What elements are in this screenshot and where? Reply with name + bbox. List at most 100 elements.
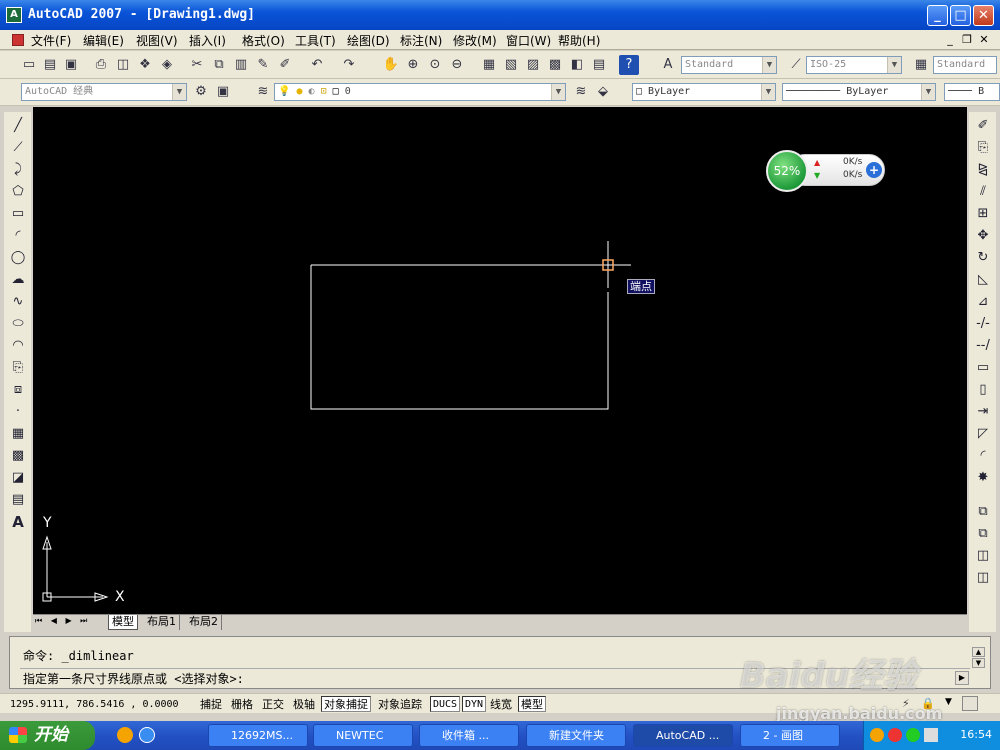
table-icon[interactable]: ▤ [8,490,28,510]
grid-toggle[interactable]: 栅格 [228,696,256,712]
paste-icon[interactable]: ▥ [231,55,251,75]
spline-icon[interactable]: ∿ [8,292,28,312]
task-inbox[interactable]: 收件箱 ... [419,724,519,747]
scale-icon[interactable]: ◺ [973,270,993,290]
quicklaunch-qq-icon[interactable] [117,727,133,743]
break-at-point-icon[interactable]: ▭ [973,358,993,378]
make-object-layer-current-icon[interactable]: ≋ [571,82,591,102]
network-speed-widget[interactable]: 52% ▲ ▼ 0K/s 0K/s + [763,150,887,192]
status-menu-icon[interactable]: ▼ [945,697,952,707]
maximize-button[interactable]: □ [950,5,971,26]
menu-help[interactable]: 帮助(H) [558,32,600,49]
tray-volume-icon[interactable] [924,728,938,742]
layer-manager-icon[interactable]: ≋ [253,82,273,102]
draw-order-back-icon[interactable]: ⧉ [973,524,993,544]
join-icon[interactable]: ⇥ [973,402,993,422]
redo-icon[interactable]: ↷ [339,55,359,75]
dyn-toggle[interactable]: DYN [462,696,487,712]
scroll-up-icon[interactable]: ▲ [972,647,985,657]
draw-order-above-icon[interactable]: ◫ [973,546,993,566]
task-newtec[interactable]: NEWTEC [313,724,413,747]
chevron-down-icon[interactable]: ▼ [761,84,775,100]
menu-draw[interactable]: 绘图(D) [347,32,390,49]
tool-palettes-icon[interactable]: ▨ [523,55,543,75]
cut-icon[interactable]: ✂ [187,55,207,75]
tab-model[interactable]: 模型 [108,615,138,630]
pan-icon[interactable]: ✋ [381,55,401,75]
workspace-settings-icon[interactable]: ⚙ [191,82,211,102]
scroll-down-icon[interactable]: ▼ [972,658,985,668]
construction-line-icon[interactable]: ⟋ [8,138,28,158]
layer-viewport-icon[interactable]: ◐ [309,86,315,97]
open-file-icon[interactable]: ▤ [40,55,60,75]
lineweight-select[interactable]: ──── B [944,83,1000,101]
start-button[interactable]: 开始 [0,721,95,750]
table-style-select[interactable]: Standard [933,56,997,74]
menu-window[interactable]: 窗口(W) [506,32,551,49]
coordinate-readout[interactable]: 1295.9111, 786.5416 , 0.0000 [10,697,190,712]
layer-lock-icon[interactable]: ⊡ [321,86,327,97]
3d-dwf-icon[interactable]: ◈ [157,55,177,75]
snap-toggle[interactable]: 捕捉 [197,696,225,712]
undo-icon[interactable]: ↶ [307,55,327,75]
explode-icon[interactable]: ✸ [973,468,993,488]
tab-layout1[interactable]: 布局1 [144,615,180,630]
polyline-icon[interactable]: ⤸ [8,160,28,180]
chevron-down-icon[interactable]: ▼ [172,84,186,100]
title-bar[interactable]: A AutoCAD 2007 - [Drawing1.dwg] _ □ ✕ [0,0,1000,30]
prev-tab-icon[interactable]: ◀ [51,616,60,625]
chevron-down-icon[interactable]: ▼ [762,57,776,73]
zoom-realtime-icon[interactable]: ⊕ [403,55,423,75]
rectangle-icon[interactable]: ▭ [8,204,28,224]
ortho-toggle[interactable]: 正交 [259,696,287,712]
insert-block-icon[interactable]: ⎘ [8,358,28,378]
text-style-icon[interactable]: A [658,55,678,75]
menu-dimension[interactable]: 标注(N) [400,32,442,49]
multiline-text-icon[interactable]: A [8,512,28,532]
polar-toggle[interactable]: 极轴 [290,696,318,712]
stretch-icon[interactable]: ⊿ [973,292,993,312]
clean-screen-icon[interactable] [962,696,978,711]
doc-close-button[interactable]: ✕ [977,33,991,47]
otrack-toggle[interactable]: 对象追踪 [375,696,425,712]
chamfer-icon[interactable]: ◸ [973,424,993,444]
chevron-down-icon[interactable]: ▼ [921,84,935,100]
zoom-previous-icon[interactable]: ⊖ [447,55,467,75]
new-file-icon[interactable]: ▭ [19,55,39,75]
dim-style-select[interactable]: ISO-25 ▼ [806,56,902,74]
copy-icon[interactable]: ⧉ [209,55,229,75]
draw-order-under-icon[interactable]: ◫ [973,568,993,588]
arc-icon[interactable]: ◜ [8,226,28,246]
array-icon[interactable]: ⊞ [973,204,993,224]
workspace-save-icon[interactable]: ▣ [213,82,233,102]
minimize-button[interactable]: _ [927,5,948,26]
menu-tools[interactable]: 工具(T) [295,32,336,49]
save-icon[interactable]: ▣ [61,55,81,75]
doc-minimize-button[interactable]: _ [943,33,957,47]
gradient-icon[interactable]: ▩ [8,446,28,466]
table-style-icon[interactable]: ▦ [911,55,931,75]
break-icon[interactable]: ▯ [973,380,993,400]
polygon-icon[interactable]: ⬠ [8,182,28,202]
tray-qq-icon[interactable] [870,728,884,742]
hatch-icon[interactable]: ▦ [8,424,28,444]
lineweight-toggle[interactable]: 线宽 [487,696,515,712]
menu-modify[interactable]: 修改(M) [453,32,497,49]
task-new-folder[interactable]: 新建文件夹 [526,724,626,747]
menu-file[interactable]: 文件(F) [31,32,71,49]
line-icon[interactable]: ╱ [8,116,28,136]
erase-icon[interactable]: ✐ [973,116,993,136]
ellipse-arc-icon[interactable]: ◠ [8,336,28,356]
last-tab-icon[interactable]: ⏭ [80,616,90,625]
tray-antivirus-icon[interactable] [888,728,902,742]
close-button[interactable]: ✕ [973,5,994,26]
task-12692ms[interactable]: 12692MS... [208,724,308,747]
trim-icon[interactable]: -/- [973,314,993,334]
autocad-app-icon[interactable]: A [6,7,22,23]
scroll-right-icon[interactable]: ▶ [955,671,969,685]
help-icon[interactable]: ? [619,55,639,75]
first-tab-icon[interactable]: ⏮ [35,616,45,625]
print-icon[interactable]: ⎙ [91,55,111,75]
workspace-select[interactable]: AutoCAD 经典 ▼ [21,83,187,101]
doc-restore-button[interactable]: ❐ [960,33,974,47]
